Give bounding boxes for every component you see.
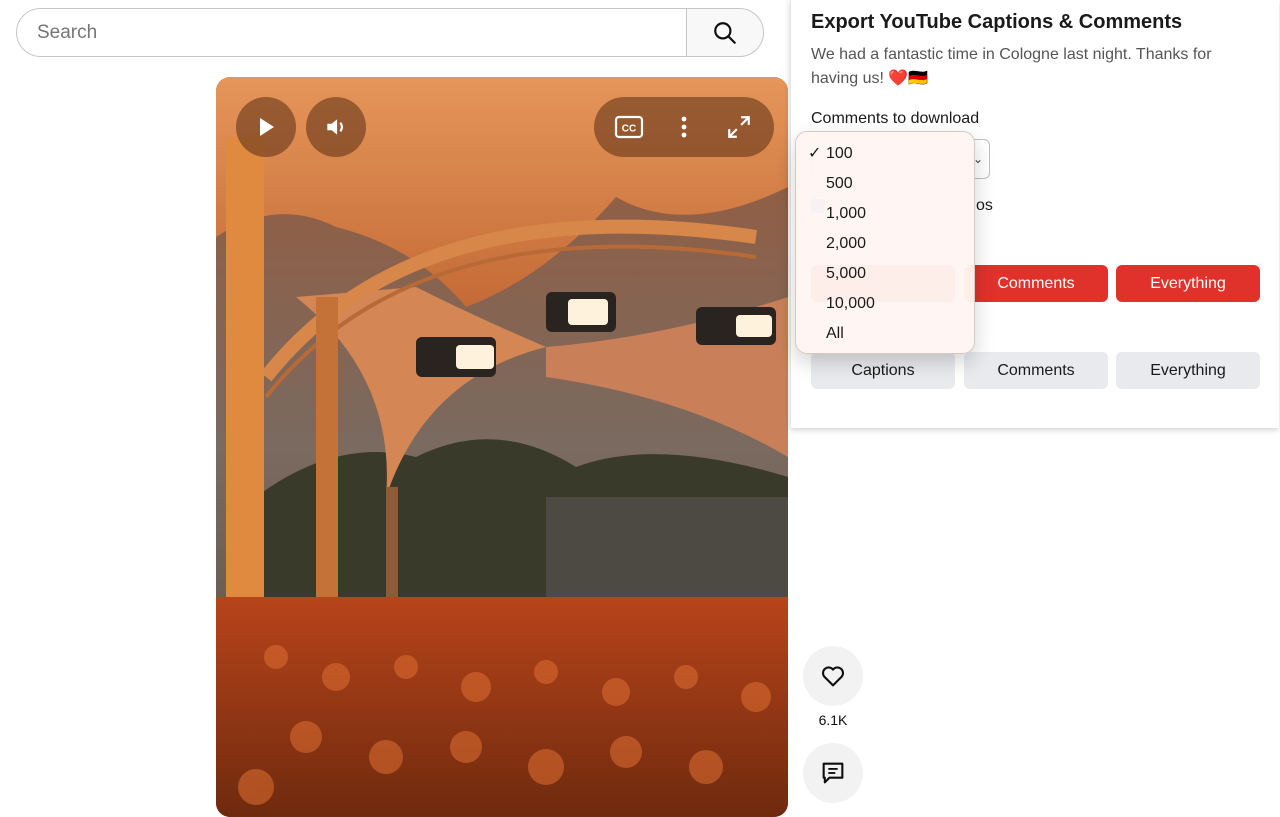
dropdown-option-label: 1,000 — [826, 205, 867, 222]
search-button[interactable] — [686, 8, 764, 57]
more-vert-icon — [681, 116, 687, 138]
dropdown-option[interactable]: 2,000 — [796, 229, 974, 259]
timestamps-label: os — [976, 197, 993, 214]
dropdown-option[interactable]: 500 — [796, 169, 974, 199]
more-options-button[interactable] — [659, 102, 709, 152]
search-icon — [714, 21, 736, 44]
video-description: We had a fantastic time in Cologne last … — [811, 46, 1212, 87]
closed-captions-icon: CC — [615, 115, 644, 139]
dropdown-option[interactable]: 1,000 — [796, 199, 974, 229]
fullscreen-button[interactable] — [714, 102, 764, 152]
download-everything-button[interactable]: Everything — [1116, 265, 1260, 302]
captions-button[interactable]: CC — [604, 102, 654, 152]
comments-button[interactable] — [803, 743, 863, 803]
dropdown-option-label: All — [826, 325, 844, 342]
checkmark-icon: ✓ — [808, 145, 822, 162]
dropdown-option[interactable]: 10,000 — [796, 289, 974, 319]
fullscreen-icon — [727, 116, 750, 138]
svg-text:CC: CC — [622, 124, 636, 135]
dropdown-option-label: 500 — [826, 175, 853, 192]
dropdown-option[interactable]: ✓ 100 — [796, 139, 974, 169]
like-button[interactable] — [803, 646, 863, 706]
dropdown-option-label: 10,000 — [826, 295, 875, 312]
copy-everything-button[interactable]: Everything — [1116, 352, 1260, 389]
dropdown-option-label: 2,000 — [826, 235, 867, 252]
dropdown-option[interactable]: 5,000 — [796, 259, 974, 289]
search-input[interactable] — [16, 8, 686, 57]
volume-button[interactable] — [306, 97, 366, 157]
dropdown-option-label: 100 — [826, 145, 853, 162]
comments-to-download-label: Comments to download — [811, 110, 980, 127]
comments-count-dropdown: ✓ 100 500 1,000 2,000 5,000 10,000 All — [795, 131, 975, 354]
like-count: 6.1K — [818, 712, 848, 728]
search-bar — [16, 8, 764, 57]
dropdown-option[interactable]: All — [796, 319, 974, 349]
video-frame — [216, 77, 788, 817]
play-button[interactable] — [236, 97, 296, 157]
comment-icon — [822, 762, 844, 784]
heart-icon — [821, 666, 845, 687]
download-comments-button[interactable]: Comments — [964, 265, 1108, 302]
video-player[interactable]: CC — [216, 77, 788, 817]
play-icon — [260, 118, 274, 136]
popup-title: Export YouTube Captions & Comments — [811, 11, 1183, 33]
copy-comments-button[interactable]: Comments — [964, 352, 1108, 389]
dropdown-option-label: 5,000 — [826, 265, 867, 282]
volume-icon — [327, 119, 344, 135]
copy-captions-button[interactable]: Captions — [811, 352, 955, 389]
player-controls-group: CC — [594, 97, 774, 157]
